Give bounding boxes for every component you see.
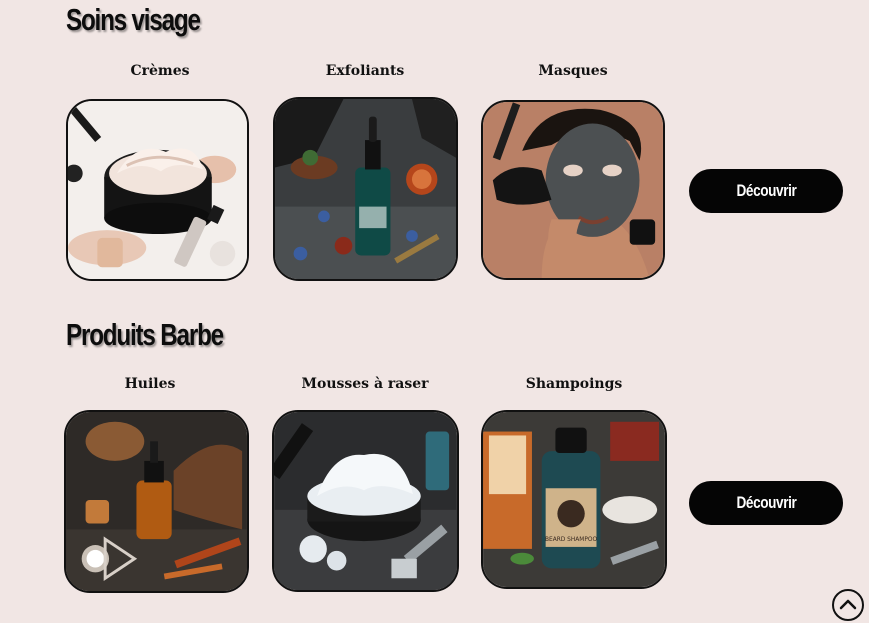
bottle-label-text: BEARD SHAMPOO <box>545 537 598 543</box>
category-label-exfoliants: Exfoliants <box>325 63 405 79</box>
category-label-cremes: Crèmes <box>130 63 190 79</box>
face-mask-image <box>483 102 663 278</box>
discover-button-soins-visage[interactable]: Découvrir <box>689 169 843 213</box>
chevron-up-circle-icon <box>839 599 857 610</box>
card-exfoliants-image[interactable] <box>273 97 458 281</box>
category-label-mousses-a-raser: Mousses à raser <box>301 376 429 392</box>
beard-shampoo-image: BEARD SHAMPOO <box>483 412 665 587</box>
category-label-shampoings: Shampoings <box>525 376 623 392</box>
beard-oil-image <box>66 412 247 591</box>
card-masques-image[interactable] <box>481 100 665 280</box>
cream-jar-image <box>68 101 247 279</box>
serum-bottle-image <box>275 99 456 279</box>
section-title-soins-visage: Soins visage <box>66 2 201 37</box>
category-label-huiles: Huiles <box>124 376 176 392</box>
category-label-masques: Masques <box>538 63 608 79</box>
card-cremes-image[interactable] <box>66 99 249 281</box>
card-shampoings-image[interactable]: BEARD SHAMPOO <box>481 410 667 589</box>
shaving-foam-image <box>274 412 457 590</box>
card-huiles-image[interactable] <box>64 410 249 593</box>
section-title-produits-barbe: Produits Barbe <box>66 317 224 352</box>
scroll-top-button[interactable] <box>832 589 864 621</box>
card-mousses-a-raser-image[interactable] <box>272 410 459 592</box>
discover-button-produits-barbe[interactable]: Découvrir <box>689 481 843 525</box>
